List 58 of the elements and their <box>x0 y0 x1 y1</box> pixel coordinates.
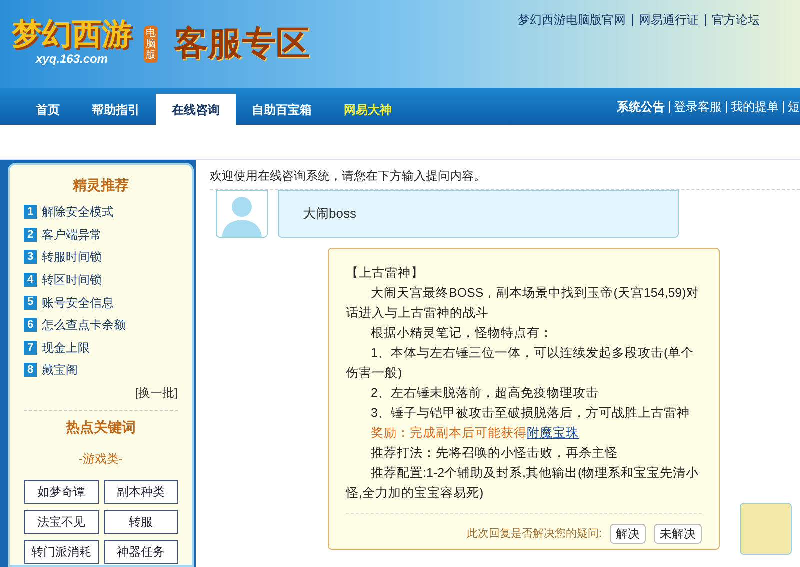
reply-paragraph: 根据小精灵笔记，怪物特点有： <box>370 325 554 342</box>
welcome-message: 欢迎使用在线咨询系统，请您在下方输入提问内容。 <box>210 168 487 185</box>
nav-tab[interactable]: 自助百宝箱 <box>236 94 328 125</box>
reply-paragraph: 推荐打法：先将召唤的小怪击败，再杀主怪 <box>370 445 619 462</box>
reply-paragraph: 2、左右锤未脱落前，超高免疫物理攻击 <box>370 385 600 402</box>
number-badge: 2 <box>24 228 37 242</box>
feedback-button[interactable]: 未解决 <box>654 524 702 544</box>
reply-paragraph: 3、锤子与铠甲被攻击至破损脱落后，方可战胜上古雷神 <box>370 405 691 422</box>
nav-link[interactable]: 系统公告 <box>617 98 665 116</box>
photo-placeholder <box>740 503 792 555</box>
item-link[interactable]: 附魔宝珠 <box>527 426 579 440</box>
nav-tab[interactable]: 帮助指引 <box>76 94 156 125</box>
header-link[interactable]: 网易通行证 <box>639 11 699 29</box>
nav-tab[interactable]: 网易大神 <box>328 94 408 125</box>
recommend-link[interactable]: 解除安全模式 <box>42 203 114 222</box>
recommend-link[interactable]: 转服时间锁 <box>42 248 102 266</box>
recommend-link[interactable]: 客户端异常 <box>42 226 102 244</box>
recommend-link[interactable]: 藏宝阁 <box>42 361 78 380</box>
reply-paragraph: 大闹天宫最终BOSS，副本场景中找到玉帝(天宫154,59)对话进入与上古雷神的战斗 <box>346 285 700 322</box>
recommend-link[interactable]: 现金上限 <box>42 338 90 357</box>
feedback-prompt: 此次回复是否解决您的疑问: <box>466 526 602 542</box>
keyword-button[interactable]: 法宝不见 <box>24 510 98 534</box>
reply-paragraph: 推荐配置:1-2个辅助及封系,其他输出(物理系和宝宝先清小怪,全力加的宝宝容易死) <box>346 465 700 502</box>
reply-paragraph: 1、本体与左右锤三位一体，可以连续发起多段攻击(单个伤害一般) <box>346 345 696 382</box>
nav-link[interactable]: 短 <box>788 98 800 116</box>
reward-line: 奖励：完成副本后可能获得附魔宝珠 <box>370 425 580 442</box>
number-badge: 5 <box>24 296 37 310</box>
user-message: 大闹boss <box>278 190 679 238</box>
keyword-button[interactable]: 如梦奇谭 <box>24 480 98 504</box>
number-badge: 6 <box>24 318 37 332</box>
recommend-link[interactable]: 转区时间锁 <box>42 271 102 290</box>
logo-url: xyq.163.com <box>36 51 108 68</box>
header-link[interactable]: 官方论坛 <box>712 11 760 29</box>
section-title: 热点关键词 <box>64 418 137 437</box>
logo-text: 梦幻西游 <box>12 20 132 50</box>
reply-heading: 【上古雷神】 <box>346 265 425 282</box>
nav-link[interactable]: 我的提单 <box>731 98 779 116</box>
section-title: 精灵推荐 <box>72 176 130 195</box>
nav-link[interactable]: 登录客服 <box>674 98 722 116</box>
number-badge: 8 <box>24 363 37 378</box>
category-label: -游戏类- <box>78 450 124 468</box>
refresh-link[interactable]: [换一批] <box>135 384 178 402</box>
header-link[interactable]: 梦幻西游电脑版官网 <box>518 11 626 29</box>
number-badge: 4 <box>24 273 37 288</box>
recommend-link[interactable]: 怎么查点卡余额 <box>42 316 126 334</box>
nav-tab[interactable]: 在线咨询 <box>156 94 236 125</box>
number-badge: 7 <box>24 340 37 355</box>
recommend-link[interactable]: 账号安全信息 <box>42 294 114 312</box>
number-badge: 3 <box>24 250 37 264</box>
keyword-button[interactable]: 副本种类 <box>104 480 178 504</box>
nav-tab[interactable]: 首页 <box>20 94 76 125</box>
page-title: 客服专区 <box>174 24 310 64</box>
number-badge: 1 <box>24 205 37 220</box>
keyword-button[interactable]: 转门派消耗 <box>24 540 98 564</box>
keyword-button[interactable]: 转服 <box>104 510 178 534</box>
feedback-button[interactable]: 解决 <box>610 524 646 544</box>
logo-badge: 电脑版 <box>144 26 158 62</box>
keyword-button[interactable]: 神器任务 <box>104 540 178 564</box>
